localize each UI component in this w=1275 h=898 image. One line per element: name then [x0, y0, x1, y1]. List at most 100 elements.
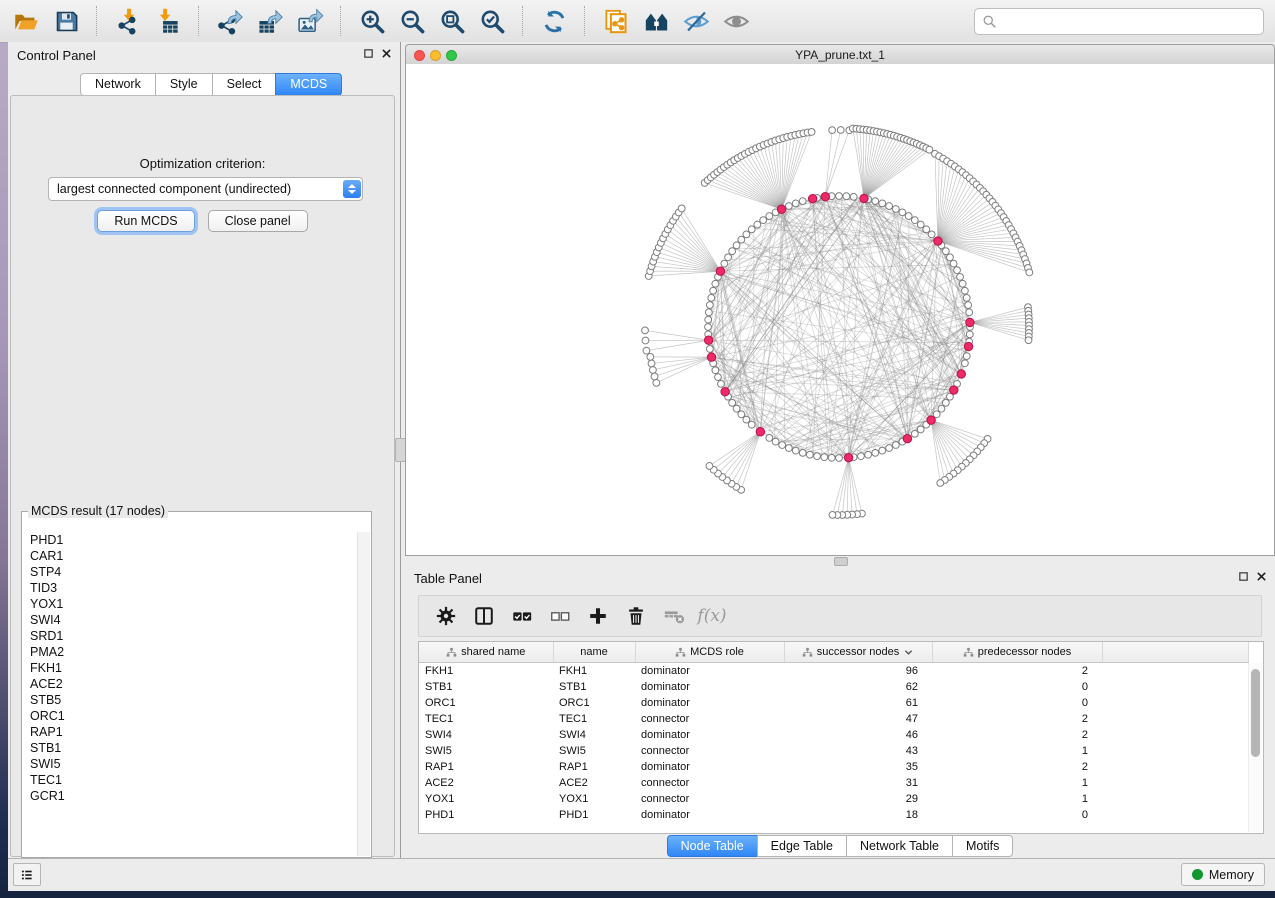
- network-window-titlebar[interactable]: YPA_prune.txt_1: [405, 44, 1275, 66]
- node-table-body: FKH1FKH1dominator962STB1STB1dominator620…: [419, 663, 1249, 824]
- mcds-node: ACE2: [30, 676, 358, 692]
- table-scrollbar-thumb[interactable]: [1251, 669, 1260, 757]
- mcds-node: SRD1: [30, 628, 358, 644]
- show-all-icon: [723, 8, 750, 35]
- table-row[interactable]: TEC1TEC1connector472: [419, 711, 1249, 727]
- settings-button[interactable]: [427, 599, 465, 633]
- mcds-node: SWI5: [30, 756, 358, 772]
- hide-selected-button[interactable]: [676, 3, 716, 39]
- tab-network-table[interactable]: Network Table: [846, 835, 952, 857]
- table-row[interactable]: ORC1ORC1dominator610: [419, 695, 1249, 711]
- status-bar: Memory: [8, 858, 1275, 891]
- attribute-icon: [963, 647, 974, 658]
- table-toolbar: f(x): [418, 595, 1262, 637]
- tab-motifs[interactable]: Motifs: [952, 835, 1013, 857]
- select-all-icon: [511, 605, 533, 627]
- zoom-selected-button[interactable]: [472, 3, 512, 39]
- table-row[interactable]: ACE2ACE2connector311: [419, 775, 1249, 791]
- mcds-node: GCR1: [30, 788, 358, 804]
- tab-select[interactable]: Select: [212, 73, 276, 96]
- memory-button[interactable]: Memory: [1181, 863, 1265, 886]
- network-canvas[interactable]: [405, 64, 1275, 556]
- import-table-icon: [155, 8, 182, 35]
- column-header-mcds-role[interactable]: MCDS role: [635, 642, 784, 663]
- apply-layout-button[interactable]: [534, 3, 574, 39]
- column-header-successor-nodes[interactable]: successor nodes: [784, 642, 932, 663]
- mcds-node: RAP1: [30, 724, 358, 740]
- export-network-button[interactable]: [210, 3, 250, 39]
- apply-layout-icon: [541, 8, 568, 35]
- find-button[interactable]: [636, 3, 676, 39]
- deselect-all-columns-button[interactable]: [541, 599, 579, 633]
- table-row[interactable]: YOX1YOX1connector291: [419, 791, 1249, 807]
- table-scrollbar[interactable]: [1248, 663, 1262, 832]
- table-row[interactable]: STB1STB1dominator620: [419, 679, 1249, 695]
- table-row[interactable]: RAP1RAP1dominator352: [419, 759, 1249, 775]
- memory-label: Memory: [1209, 868, 1254, 882]
- mcds-node: TID3: [30, 580, 358, 596]
- maximize-window-button[interactable]: [446, 50, 457, 61]
- close-panel-icon[interactable]: [381, 48, 392, 59]
- save-session-button[interactable]: [46, 3, 86, 39]
- zoom-in-button[interactable]: [352, 3, 392, 39]
- function-builder-button: f(x): [693, 599, 731, 633]
- zoom-out-icon: [399, 8, 426, 35]
- open-file-icon: [13, 8, 40, 35]
- run-mcds-button[interactable]: Run MCDS: [97, 210, 194, 232]
- tab-edge-table[interactable]: Edge Table: [757, 835, 846, 857]
- task-history-button[interactable]: [13, 863, 41, 886]
- zoom-out-button[interactable]: [392, 3, 432, 39]
- close-window-button[interactable]: [414, 50, 425, 61]
- vertical-splitter[interactable]: [400, 42, 404, 858]
- search-input[interactable]: [1001, 11, 1263, 33]
- tab-node-table[interactable]: Node Table: [667, 835, 757, 857]
- show-all-button[interactable]: [716, 3, 756, 39]
- tab-network[interactable]: Network: [80, 73, 155, 96]
- tab-style[interactable]: Style: [155, 73, 212, 96]
- zoom-in-icon: [359, 8, 386, 35]
- main-toolbar: [0, 0, 1275, 43]
- split-view-button[interactable]: [465, 599, 503, 633]
- memory-status-icon: [1192, 869, 1203, 880]
- mcds-node: PHD1: [30, 532, 358, 548]
- close-panel-icon[interactable]: [1256, 571, 1267, 582]
- table-row[interactable]: SWI4SWI4dominator462: [419, 727, 1249, 743]
- export-table-button[interactable]: [250, 3, 290, 39]
- delete-column-button[interactable]: [617, 599, 655, 633]
- table-row[interactable]: PHD1PHD1dominator180: [419, 807, 1249, 823]
- open-file-button[interactable]: [6, 3, 46, 39]
- function-icon: f(x): [697, 606, 726, 626]
- search-field[interactable]: [974, 8, 1264, 35]
- select-all-columns-button[interactable]: [503, 599, 541, 633]
- import-network-button[interactable]: [108, 3, 148, 39]
- zoom-fit-button[interactable]: [432, 3, 472, 39]
- save-session-icon: [53, 8, 80, 35]
- float-panel-icon[interactable]: [1238, 571, 1249, 582]
- toolbar-separator: [198, 6, 200, 36]
- minimize-window-button[interactable]: [430, 50, 441, 61]
- split-view-icon: [473, 605, 495, 627]
- network-canvas-svg: [406, 64, 1274, 554]
- control-panel-title: Control Panel: [8, 48, 96, 63]
- delete-table-icon: [663, 605, 685, 627]
- table-row[interactable]: SWI5SWI5connector431: [419, 743, 1249, 759]
- import-table-button[interactable]: [148, 3, 188, 39]
- optimization-criterion-dropdown[interactable]: largest connected component (undirected): [48, 177, 363, 201]
- table-row[interactable]: FKH1FKH1dominator962: [419, 663, 1249, 680]
- float-panel-icon[interactable]: [363, 48, 374, 59]
- column-header-name[interactable]: name: [553, 642, 635, 663]
- network-snapshot-button[interactable]: [596, 3, 636, 39]
- column-header-predecessor-nodes[interactable]: predecessor nodes: [932, 642, 1102, 663]
- table-panel-titlebar: Table Panel: [405, 565, 1275, 591]
- close-panel-button[interactable]: Close panel: [208, 210, 308, 232]
- mcds-node: YOX1: [30, 596, 358, 612]
- export-image-button[interactable]: [290, 3, 330, 39]
- tab-mcds[interactable]: MCDS: [275, 73, 342, 96]
- import-network-icon: [115, 8, 142, 35]
- add-column-button[interactable]: [579, 599, 617, 633]
- mcds-result-scrollbar[interactable]: [357, 532, 370, 856]
- toolbar-separator: [340, 6, 342, 36]
- column-header-shared-name[interactable]: shared name: [419, 642, 553, 663]
- mcds-node: FKH1: [30, 660, 358, 676]
- mcds-node: ORC1: [30, 708, 358, 724]
